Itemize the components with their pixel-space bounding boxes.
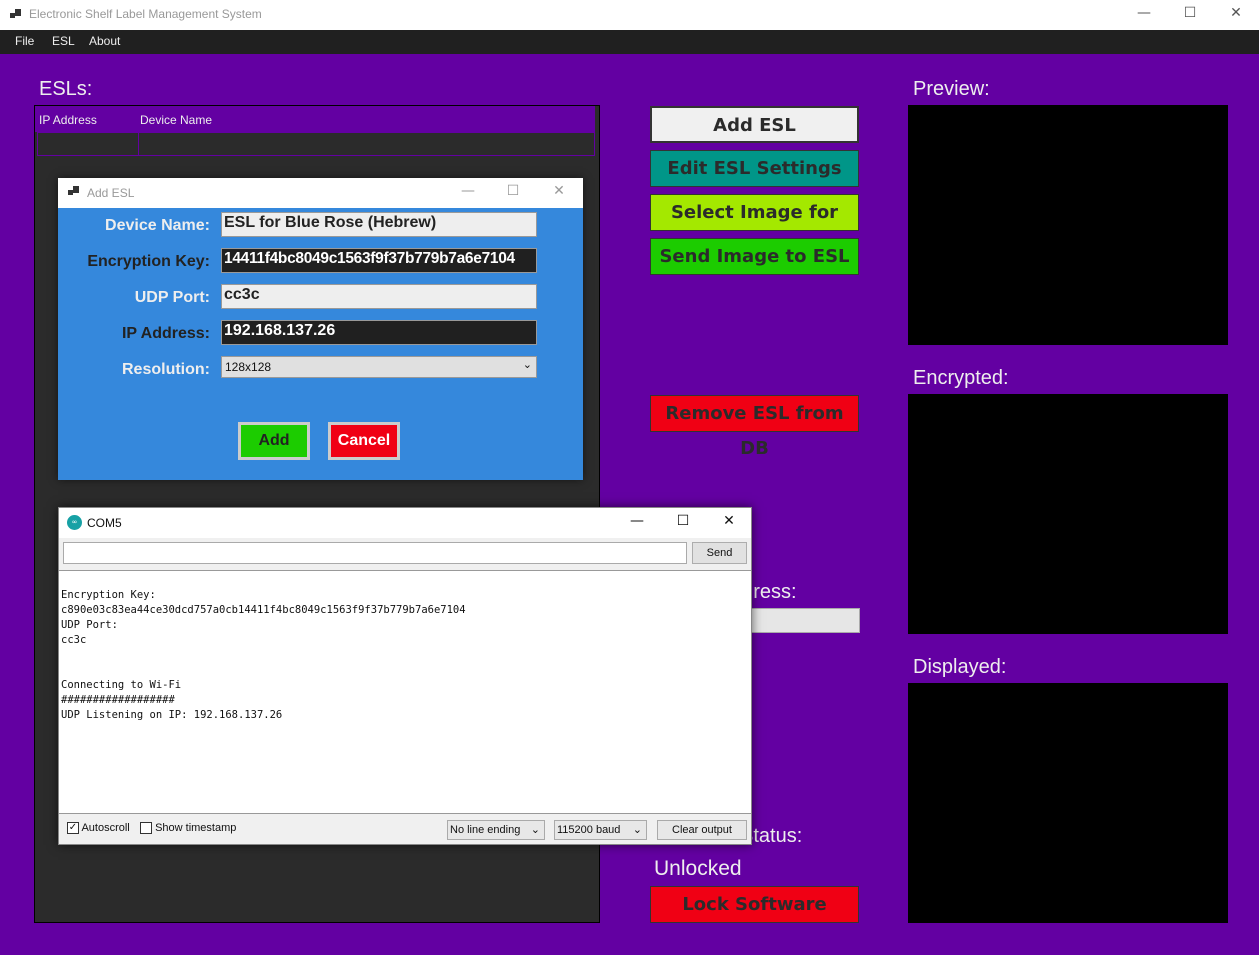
encryption-key-label: Encryption Key: (87, 253, 210, 270)
chevron-down-icon: ⌄ (530, 824, 540, 836)
baud-value: 115200 baud (557, 824, 621, 836)
maximize-button[interactable]: ☐ (503, 183, 523, 199)
displayed-label: Displayed: (913, 656, 1007, 678)
arduino-icon: ∞ (67, 515, 82, 530)
send-button[interactable]: Send (692, 542, 747, 564)
menu-bar: File ESL About (0, 30, 1259, 54)
serial-input[interactable] (63, 542, 687, 564)
send-image-button[interactable]: Send Image to ESL (650, 238, 859, 275)
window-title: Electronic Shelf Label Management System (29, 7, 262, 21)
resolution-value: 128x128 (225, 360, 272, 374)
preview-label: Preview: (913, 78, 990, 100)
baud-select[interactable]: 115200 baud ⌄ (554, 820, 647, 840)
column-device-name[interactable]: Device Name (140, 113, 212, 127)
remove-esl-button[interactable]: Remove ESL from DB (650, 395, 859, 459)
serial-output[interactable]: Encryption Key: c890e03c83ea44ce30dcd757… (59, 570, 751, 814)
displayed-image (908, 683, 1228, 923)
menu-file[interactable]: File (15, 34, 34, 48)
menu-about[interactable]: About (89, 34, 120, 48)
device-name-label: Device Name: (105, 217, 210, 234)
maximize-button[interactable]: ☐ (1180, 5, 1200, 21)
serial-title: COM5 (87, 516, 122, 530)
maximize-button[interactable]: ☐ (673, 513, 693, 529)
autoscroll-label: Autoscroll (81, 822, 130, 834)
udp-port-label: UDP Port: (134, 289, 210, 306)
table-row[interactable] (37, 132, 595, 156)
add-esl-dialog: Add ESL — ☐ ✕ Device Name: ESL for Blue … (58, 178, 583, 480)
ip-address-label: IP Address: (121, 325, 210, 342)
title-bar: Electronic Shelf Label Management System… (0, 0, 1259, 30)
dialog-title: Add ESL (87, 186, 135, 200)
close-button[interactable]: ✕ (549, 183, 569, 199)
edit-esl-settings-button[interactable]: Edit ESL Settings (650, 150, 859, 187)
line-ending-value: No line ending (450, 824, 521, 836)
app-icon (68, 186, 79, 196)
encrypted-label: Encrypted: (913, 367, 1009, 389)
preview-image (908, 105, 1228, 345)
checkmark-icon: ✓ (67, 822, 79, 835)
close-button[interactable]: ✕ (1226, 5, 1246, 21)
encrypted-image (908, 394, 1228, 634)
resolution-select[interactable]: 128x128 ⌄ (221, 356, 537, 378)
serial-monitor-window: ∞ COM5 — ☐ ✕ Send Encryption Key: c890e0… (58, 507, 752, 845)
menu-esl[interactable]: ESL (52, 34, 75, 48)
add-esl-button[interactable]: Add ESL (650, 106, 859, 143)
timestamp-checkbox[interactable]: Show timestamp (140, 822, 237, 835)
column-ip-address[interactable]: IP Address (39, 113, 97, 127)
chevron-down-icon: ⌄ (632, 824, 642, 836)
resolution-label: Resolution: (122, 361, 210, 378)
dialog-title-bar: Add ESL — ☐ ✕ (58, 178, 583, 208)
minimize-button[interactable]: — (458, 183, 478, 199)
encryption-key-input[interactable]: 14411f4bc8049c1563f9f37b779b7a6e7104 (221, 248, 537, 273)
udp-port-input[interactable]: cc3c (221, 284, 537, 309)
autoscroll-checkbox[interactable]: ✓ Autoscroll (67, 822, 130, 835)
close-button[interactable]: ✕ (719, 513, 739, 529)
ip-address-input[interactable]: 192.168.137.26 (221, 320, 537, 345)
timestamp-label: Show timestamp (155, 822, 237, 834)
line-ending-select[interactable]: No line ending ⌄ (447, 820, 545, 840)
minimize-button[interactable]: — (627, 513, 647, 529)
add-button[interactable]: Add (238, 422, 310, 460)
serial-title-bar: ∞ COM5 — ☐ ✕ (59, 508, 751, 538)
status-value: Unlocked (654, 857, 742, 880)
clear-output-button[interactable]: Clear output (657, 820, 747, 840)
esl-list-header: IP Address Device Name (35, 106, 595, 132)
app-icon (10, 9, 21, 19)
select-image-button[interactable]: Select Image for ESL (650, 194, 859, 258)
chevron-down-icon: ⌄ (522, 359, 532, 371)
lock-software-button[interactable]: Lock Software (650, 886, 859, 923)
minimize-button[interactable]: — (1134, 5, 1154, 21)
cancel-button[interactable]: Cancel (328, 422, 400, 460)
esls-heading: ESLs: (39, 78, 93, 100)
device-name-input[interactable]: ESL for Blue Rose (Hebrew) (221, 212, 537, 237)
